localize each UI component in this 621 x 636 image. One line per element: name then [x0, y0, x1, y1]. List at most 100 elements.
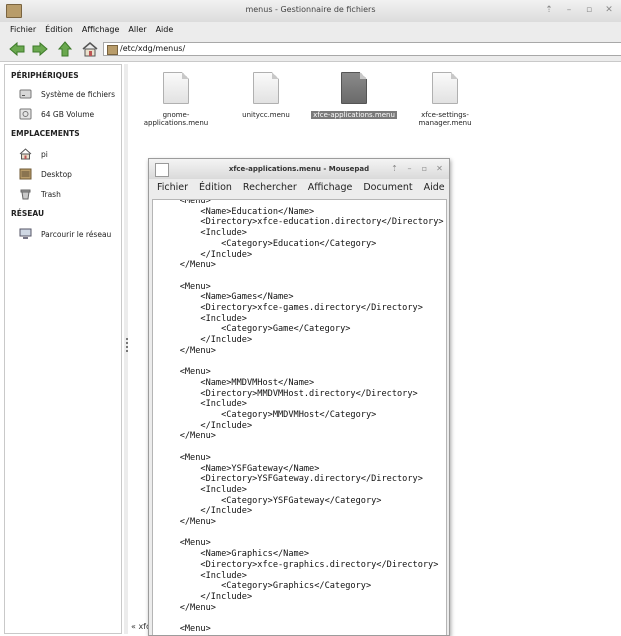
sidebar-item-filesystem[interactable]: Système de fichiers — [19, 88, 119, 102]
code-line: <Name>Education</Name> — [159, 206, 315, 217]
file-manager-titlebar[interactable]: menus - Gestionnaire de fichiers ⇡ – ▫ ✕ — [0, 0, 621, 23]
sidebar-item-label: Trash — [41, 190, 61, 199]
code-line: <Directory>xfce-education.directory</Dir… — [159, 217, 444, 228]
mousepad-window: xfce-applications.menu - Mousepad ⇡ – ▫ … — [148, 158, 450, 636]
close-button[interactable]: ✕ — [603, 4, 615, 16]
menu-aide[interactable]: Aide — [424, 179, 445, 197]
code-line: <Category>Game</Category> — [159, 324, 351, 335]
sidebar-item-browse-network[interactable]: Parcourir le réseau — [19, 228, 119, 242]
file-label: unitycc.menu — [242, 111, 290, 119]
folder-icon — [107, 45, 118, 55]
menu-document[interactable]: Document — [363, 179, 412, 197]
code-line: </Menu> — [159, 517, 216, 527]
code-line: <Include> — [159, 313, 247, 324]
maximize-button[interactable]: ▫ — [583, 4, 595, 16]
window-menu-up-icon[interactable]: ⇡ — [389, 163, 400, 174]
code-line: <Menu> — [159, 199, 211, 206]
document-icon — [341, 72, 367, 104]
file-label: xfce-applications.menu — [311, 111, 397, 119]
code-line: <Menu> — [159, 281, 211, 292]
code-line: </Menu> — [159, 602, 216, 613]
code-line: <Category>MMDVMHost</Category> — [159, 410, 377, 420]
sidebar-item-label: Parcourir le réseau — [41, 230, 112, 239]
menu-affichage[interactable]: Affichage — [308, 179, 353, 197]
code-line: </Include> — [159, 506, 253, 517]
file-label: gnome- applications.menu — [143, 111, 209, 127]
removable-drive-icon — [19, 108, 32, 120]
window-menu-up-icon[interactable]: ⇡ — [543, 4, 555, 16]
code-line: <Name>Games</Name> — [159, 292, 294, 303]
minimize-button[interactable]: – — [404, 163, 415, 174]
sidebar: PÉRIPHÉRIQUES Système de fichiers 64 GB … — [4, 64, 122, 634]
menu-fichier[interactable]: Fichier — [10, 22, 36, 37]
maximize-button[interactable]: ▫ — [419, 163, 430, 174]
code-line: <Name>MMDVMHost</Name> — [159, 377, 315, 388]
code-line: <Menu> — [159, 367, 211, 378]
home-folder-icon — [19, 148, 32, 160]
menu-fichier[interactable]: Fichier — [157, 179, 188, 197]
code-line: <Include> — [159, 228, 247, 239]
back-arrow-icon[interactable] — [8, 40, 26, 58]
code-line: </Include> — [159, 249, 253, 260]
document-icon — [163, 72, 189, 104]
sidebar-item-label: Système de fichiers — [41, 90, 116, 99]
trash-icon — [20, 189, 31, 200]
file-xfce-settings-manager[interactable]: xfce-settings- manager.menu — [400, 72, 490, 127]
code-line: </Include> — [159, 591, 253, 602]
code-line: <Category>Education</Category> — [159, 238, 377, 249]
file-xfce-applications[interactable]: xfce-applications.menu — [309, 72, 399, 119]
forward-arrow-icon[interactable] — [31, 40, 49, 58]
location-path: /etc/xdg/menus/ — [120, 44, 186, 53]
code-line: <Menu> — [159, 538, 211, 549]
document-icon — [253, 72, 279, 104]
menu-aide[interactable]: Aide — [156, 22, 174, 37]
sidebar-item-pi[interactable]: pi — [19, 148, 119, 162]
menu-affichage[interactable]: Affichage — [82, 22, 120, 37]
sidebar-item-desktop[interactable]: Desktop — [19, 168, 119, 182]
text-editor-area[interactable]: <Menu> <Name>Education</Name> <Directory… — [152, 199, 447, 635]
code-line: </Menu> — [159, 345, 216, 356]
close-button[interactable]: ✕ — [434, 163, 445, 174]
menu-edition[interactable]: Édition — [45, 22, 73, 37]
file-label: xfce-settings- manager.menu — [418, 111, 472, 127]
code-line: <Include> — [159, 570, 247, 581]
menu-edition[interactable]: Édition — [199, 179, 232, 197]
code-line: <Name>Graphics</Name> — [159, 549, 310, 560]
code-line: <Include> — [159, 399, 247, 410]
home-icon[interactable] — [81, 40, 99, 58]
code-line: <Menu> — [159, 624, 211, 634]
code-line: </Include> — [159, 420, 253, 431]
code-line: <Category>Graphics</Category> — [159, 581, 372, 592]
code-line: <Directory>YSFGateway.directory</Directo… — [159, 474, 423, 485]
code-line: </Menu> — [159, 260, 216, 271]
menu-bar: Fichier Édition Affichage Aller Aide — [0, 22, 621, 37]
window-title: menus - Gestionnaire de fichiers — [245, 5, 376, 14]
document-icon — [432, 72, 458, 104]
network-icon — [19, 228, 32, 239]
code-line: <Directory>MMDVMHost.directory</Director… — [159, 388, 418, 399]
code-line: <Name>YSFGateway</Name> — [159, 463, 320, 474]
up-arrow-icon[interactable] — [56, 40, 74, 58]
sidebar-item-label: 64 GB Volume — [41, 110, 95, 119]
file-unitycc[interactable]: unitycc.menu — [221, 72, 311, 119]
menu-aller[interactable]: Aller — [128, 22, 146, 37]
location-bar[interactable]: /etc/xdg/menus/ — [103, 42, 621, 56]
file-gnome-applications[interactable]: gnome- applications.menu — [131, 72, 221, 127]
sidebar-header-network: RÉSEAU — [11, 209, 45, 218]
sidebar-header-places: EMPLACEMENTS — [11, 129, 80, 138]
sidebar-header-devices: PÉRIPHÉRIQUES — [11, 71, 79, 80]
code-line: <Menu> — [159, 452, 211, 463]
drive-icon — [19, 89, 32, 99]
code-line: <Include> — [159, 484, 247, 495]
mousepad-titlebar[interactable]: xfce-applications.menu - Mousepad ⇡ – ▫ … — [149, 159, 449, 179]
sidebar-item-volume[interactable]: 64 GB Volume — [19, 108, 119, 122]
code-line: </Include> — [159, 335, 253, 346]
minimize-button[interactable]: – — [563, 4, 575, 16]
code-line: </Menu> — [159, 431, 216, 442]
code-line: <Category>YSFGateway</Category> — [159, 495, 382, 506]
sidebar-item-trash[interactable]: Trash — [19, 188, 119, 202]
desktop-icon — [19, 168, 32, 180]
code-line: <Directory>xfce-graphics.directory</Dire… — [159, 559, 439, 570]
mousepad-menu-bar: Fichier Édition Rechercher Affichage Doc… — [149, 179, 449, 197]
menu-rechercher[interactable]: Rechercher — [243, 179, 297, 197]
